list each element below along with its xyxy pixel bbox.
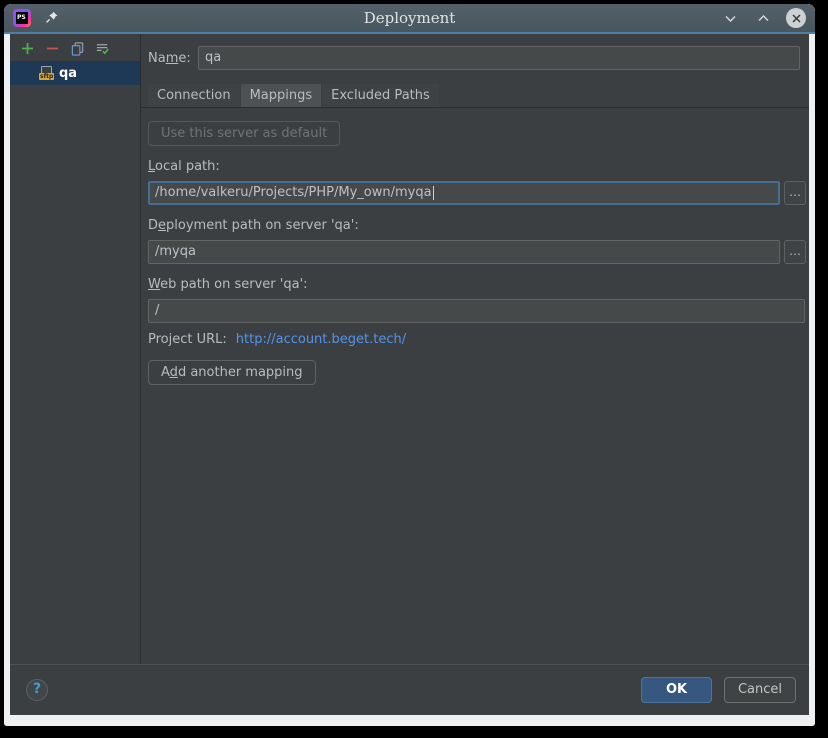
cancel-button[interactable]: Cancel [724,677,796,703]
window-frame: sftp qa Name: qa Connection Mappings Exc… [4,34,815,726]
deployment-path-browse-button ellipsis-icon[interactable]: … [784,240,806,264]
deployment-path-label: Deployment path on server 'qa': [148,218,809,234]
deployment-dialog: PS Deployment [4,4,815,726]
window-title: Deployment [4,9,815,27]
titlebar[interactable]: PS Deployment [4,4,815,32]
local-path-label: Local path: [148,159,809,175]
maximize-button[interactable] [753,8,773,28]
web-path-input[interactable]: / [148,299,805,323]
server-list-sidebar: sftp qa [10,34,141,664]
server-list-toolbar [10,34,140,61]
deployment-path-input[interactable]: /myqa [148,240,780,264]
local-path-input[interactable]: /home/valkeru/Projects/PHP/My_own/myqa [148,181,780,205]
use-as-default-button list-check-icon[interactable] [95,41,110,56]
help-button question-mark-icon[interactable]: ? [26,679,48,701]
tab-excluded-paths[interactable]: Excluded Paths [322,84,439,107]
close-button[interactable] [786,8,806,28]
project-url-label: Project URL: [148,332,227,348]
name-label: Name: [148,51,198,66]
add-another-mapping-button[interactable]: Add another mapping [148,360,316,385]
text-caret [433,186,434,200]
server-item-label: qa [59,66,77,81]
project-url-link[interactable]: http://account.beget.tech/ [236,332,406,348]
settings-tabs: Connection Mappings Excluded Paths [141,84,809,108]
local-path-browse-button ellipsis-icon[interactable]: … [784,181,806,205]
phpstorm-logo-icon: PS [13,9,31,27]
sftp-server-icon: sftp [39,66,54,81]
deployment-form: Name: qa Connection Mappings Excluded Pa… [141,34,809,664]
name-input[interactable]: qa [198,46,800,70]
copy-server-button copy-icon[interactable] [70,41,85,56]
pin-icon[interactable] [45,9,59,28]
server-list-item-qa[interactable]: sftp qa [10,61,140,85]
minimize-button[interactable] [720,8,740,28]
dialog-footer: ? OK Cancel [10,664,809,715]
tab-mappings[interactable]: Mappings [241,84,322,107]
add-server-button plus-icon[interactable] [20,41,35,56]
web-path-label: Web path on server 'qa': [148,277,809,293]
use-server-as-default-button: Use this server as default [148,121,340,146]
tab-connection[interactable]: Connection [148,84,240,107]
remove-server-button minus-icon[interactable] [45,41,60,56]
phpstorm-logo-text: PS [16,12,28,24]
ok-button[interactable]: OK [641,677,712,703]
